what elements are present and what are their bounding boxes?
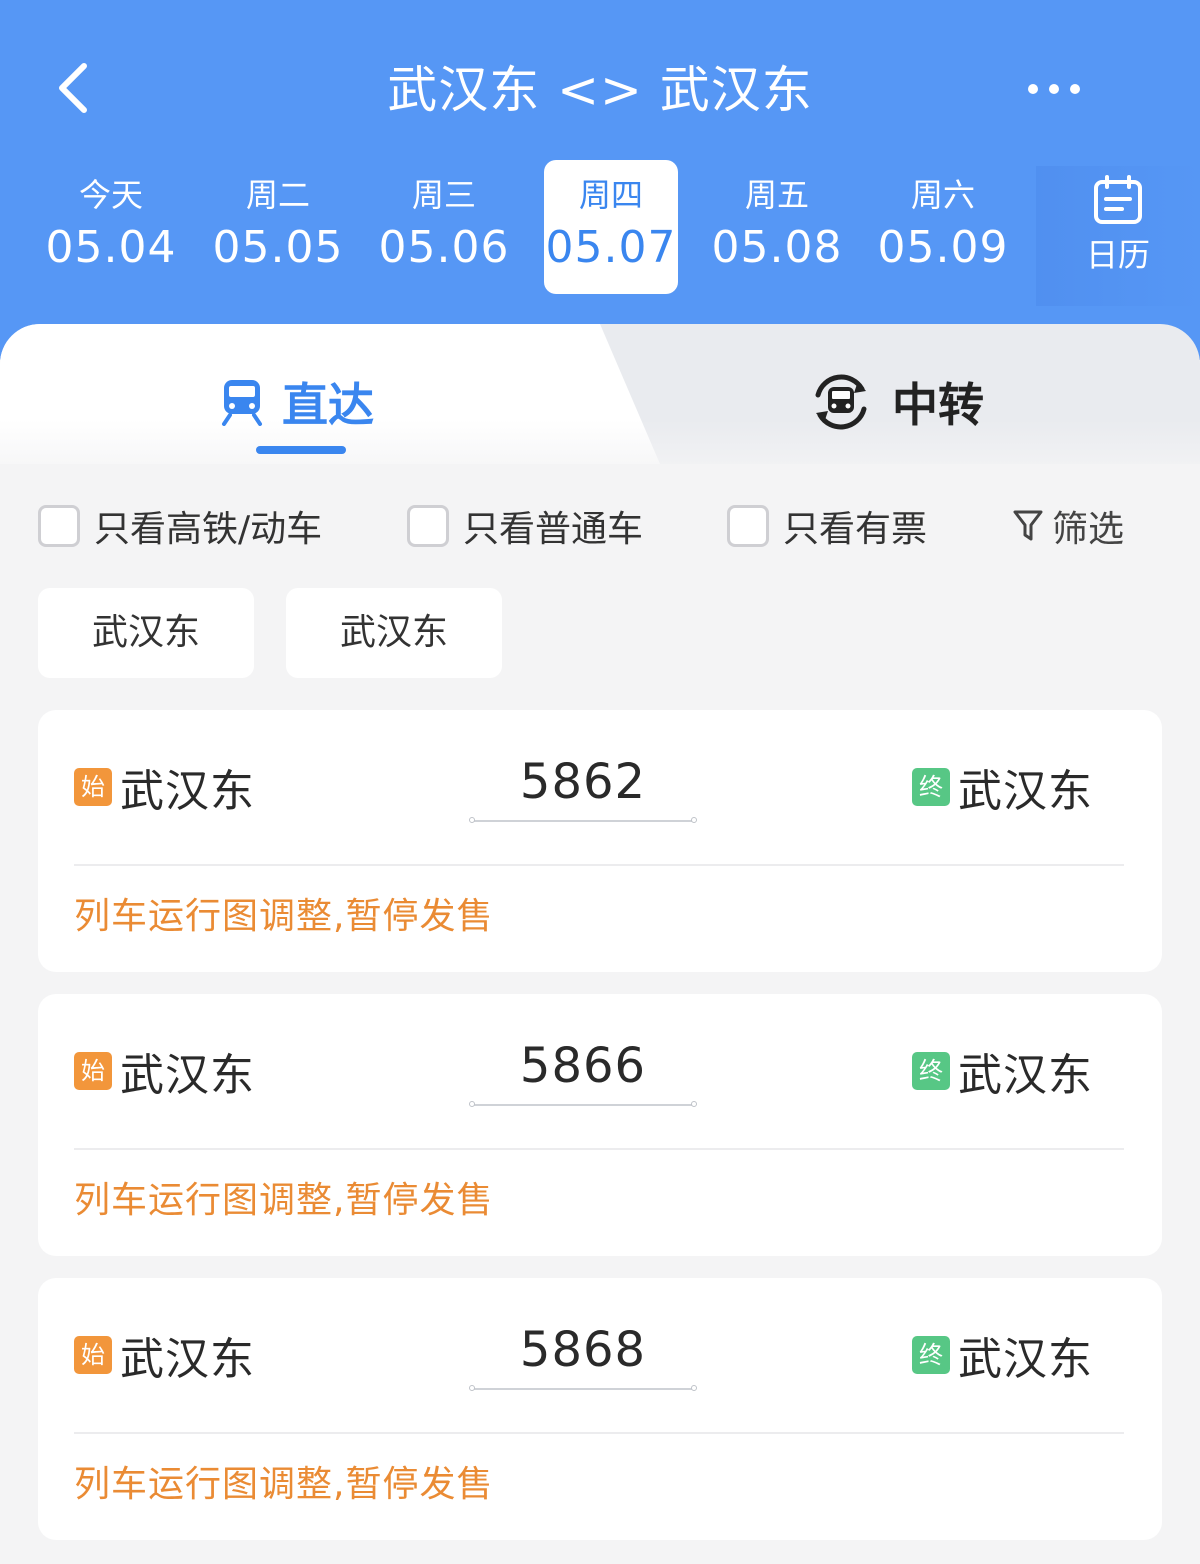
filter-normal-train-label: 只看普通车 (463, 509, 644, 550)
arrival-station: 终 武汉东 (912, 1330, 1093, 1385)
date-tab-weekday: 周六 (910, 176, 975, 214)
departure-station-name: 武汉东 (120, 1334, 255, 1385)
departure-station: 始 武汉东 (74, 762, 255, 817)
arrival-station-name: 武汉东 (958, 1334, 1093, 1385)
filter-normal-train[interactable]: 只看普通车 (407, 500, 643, 552)
tab-transfer-label: 中转 (892, 378, 984, 432)
card-divider (74, 1432, 1124, 1434)
train-number: 5862 (519, 754, 647, 810)
to-station-chip[interactable]: 武汉东 (286, 588, 502, 678)
route-line (469, 1385, 697, 1391)
screen-button-label: 筛选 (1052, 509, 1125, 550)
date-tab-thu[interactable]: 周四 05.07 (544, 160, 678, 294)
tab-direct-label: 直达 (282, 378, 374, 432)
screen-button[interactable]: 筛选 (1012, 500, 1124, 552)
end-tag: 终 (912, 1336, 950, 1374)
date-tab-date: 05.07 (545, 222, 677, 273)
card-divider (74, 1148, 1124, 1150)
sale-notice: 列车运行图调整,暂停发售 (74, 896, 494, 937)
sale-notice: 列车运行图调整,暂停发售 (74, 1464, 494, 1505)
date-tab-today[interactable]: 今天 05.04 (44, 160, 178, 294)
more-button[interactable] (1020, 70, 1088, 108)
arrival-station-name: 武汉东 (958, 1050, 1093, 1101)
arrival-station: 终 武汉东 (912, 1046, 1093, 1101)
tab-direct-indicator (256, 446, 346, 454)
tab-direct[interactable]: 直达 (220, 360, 374, 444)
page-title: 武汉东 <> 武汉东 (387, 61, 813, 119)
date-tab-weekday: 周五 (744, 176, 809, 214)
train-number: 5866 (519, 1038, 647, 1094)
calendar-button[interactable]: 日历 (1036, 166, 1200, 306)
date-tab-wed[interactable]: 周三 05.06 (377, 160, 511, 294)
route-line (469, 817, 697, 823)
card-divider (74, 864, 1124, 866)
normal-train-checkbox[interactable] (407, 505, 449, 547)
arrival-station-name: 武汉东 (958, 766, 1093, 817)
transfer-train-icon (815, 374, 867, 430)
end-tag: 终 (912, 1052, 950, 1090)
calendar-label: 日历 (1085, 236, 1150, 274)
arrival-station: 终 武汉东 (912, 762, 1093, 817)
chevron-left-icon (59, 63, 87, 113)
date-tab-weekday: 周四 (578, 176, 643, 214)
date-tab-date: 05.09 (877, 222, 1009, 273)
departure-station-name: 武汉东 (120, 766, 255, 817)
more-dot (1028, 84, 1038, 94)
date-tab-date: 05.08 (711, 222, 843, 273)
date-tab-date: 05.05 (212, 222, 344, 273)
date-tab-date: 05.04 (45, 222, 177, 273)
date-tab-weekday: 周二 (245, 176, 310, 214)
route-line (469, 1101, 697, 1107)
filter-icon (1013, 510, 1043, 541)
filter-has-ticket-label: 只看有票 (783, 509, 928, 550)
train-icon (222, 380, 262, 426)
sale-notice: 列车运行图调整,暂停发售 (74, 1180, 494, 1221)
start-tag: 始 (74, 1336, 112, 1374)
from-station-chip[interactable]: 武汉东 (38, 588, 254, 678)
end-tag: 终 (912, 768, 950, 806)
date-tab-weekday: 周三 (411, 176, 476, 214)
high-speed-checkbox[interactable] (38, 505, 80, 547)
train-card[interactable]: 始 武汉东 5868 终 武汉东 列车运行图调整,暂停发售 (38, 1278, 1162, 1540)
has-ticket-checkbox[interactable] (727, 505, 769, 547)
mode-tabs-fade (0, 420, 1200, 480)
train-number: 5868 (519, 1322, 647, 1378)
filter-has-ticket[interactable]: 只看有票 (727, 500, 927, 552)
filter-high-speed-label: 只看高铁/动车 (94, 509, 323, 550)
date-tab-tue[interactable]: 周二 05.05 (211, 160, 345, 294)
departure-station: 始 武汉东 (74, 1330, 255, 1385)
train-card[interactable]: 始 武汉东 5862 终 武汉东 列车运行图调整,暂停发售 (38, 710, 1162, 972)
start-tag: 始 (74, 768, 112, 806)
tab-transfer[interactable]: 中转 (808, 360, 984, 444)
back-button[interactable] (44, 58, 100, 118)
more-dot (1070, 84, 1080, 94)
date-tab-fri[interactable]: 周五 05.08 (710, 160, 844, 294)
calendar-icon (1094, 175, 1142, 224)
departure-station-name: 武汉东 (120, 1050, 255, 1101)
filter-high-speed[interactable]: 只看高铁/动车 (38, 500, 322, 552)
date-tab-weekday: 今天 (78, 176, 143, 214)
start-tag: 始 (74, 1052, 112, 1090)
date-tab-sat[interactable]: 周六 05.09 (876, 160, 1010, 294)
departure-station: 始 武汉东 (74, 1046, 255, 1101)
date-tab-date: 05.06 (378, 222, 510, 273)
train-card[interactable]: 始 武汉东 5866 终 武汉东 列车运行图调整,暂停发售 (38, 994, 1162, 1256)
more-dot (1049, 84, 1059, 94)
